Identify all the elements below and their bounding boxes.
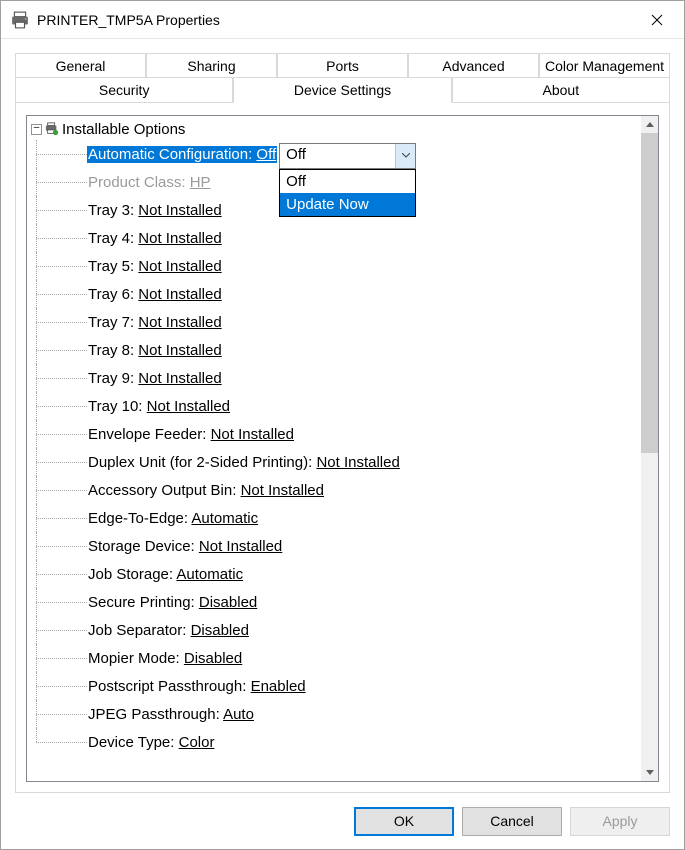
tree-branch-icon [31,140,87,168]
tree-branch-icon [31,560,87,588]
tree-branch-icon [31,336,87,364]
tree-item[interactable]: Tray 9: Not Installed [31,364,641,392]
tree-item[interactable]: Duplex Unit (for 2-Sided Printing): Not … [31,448,641,476]
tab-ports[interactable]: Ports [277,53,408,78]
chevron-down-icon[interactable] [395,144,415,168]
tree-item-label: Device Type: Color [87,734,215,751]
tree-branch-icon [31,196,87,224]
tree-branch-icon [31,420,87,448]
tree-item[interactable]: Tray 5: Not Installed [31,252,641,280]
tree-item-label: Tray 10: Not Installed [87,398,231,415]
dropdown-option[interactable]: Off [280,170,415,193]
tree-item-label: Job Storage: Automatic [87,566,244,583]
tab-security[interactable]: Security [15,77,233,103]
tree-branch-icon [31,168,87,196]
tree-branch-icon [31,364,87,392]
automatic-configuration-dropdown: Off OffUpdate Now [279,143,416,217]
tree-item[interactable]: Job Separator: Disabled [31,616,641,644]
settings-tree: Installable Options Automatic Configurat… [26,115,659,782]
tree-item-label: JPEG Passthrough: Auto [87,706,255,723]
ok-button[interactable]: OK [354,807,454,836]
tree-item-label: Tray 5: Not Installed [87,258,223,275]
tree-item[interactable]: Secure Printing: Disabled [31,588,641,616]
tree-item[interactable]: JPEG Passthrough: Auto [31,700,641,728]
dialog-body: GeneralSharingPortsAdvancedColor Managem… [1,39,684,793]
tab-about[interactable]: About [452,77,670,103]
tree-item[interactable]: Postscript Passthrough: Enabled [31,672,641,700]
tree-item-label: Envelope Feeder: Not Installed [87,426,295,443]
tree-branch-icon [31,644,87,672]
tab-general[interactable]: General [15,53,146,78]
collapse-icon[interactable] [31,124,42,135]
dropdown-value: Off [280,144,395,168]
scrollbar-thumb[interactable] [641,133,658,453]
tree-branch-icon [31,532,87,560]
tree-branch-icon [31,728,87,756]
dropdown-control[interactable]: Off [279,143,416,169]
tab-strip: GeneralSharingPortsAdvancedColor Managem… [15,53,670,103]
tab-device-settings[interactable]: Device Settings [233,77,451,103]
tree-item[interactable]: Tray 4: Not Installed [31,224,641,252]
tree-item-label: Mopier Mode: Disabled [87,650,243,667]
tree-item[interactable]: Tray 6: Not Installed [31,280,641,308]
cancel-button[interactable]: Cancel [462,807,562,836]
tree-item-label: Job Separator: Disabled [87,622,250,639]
tree-item-label: Postscript Passthrough: Enabled [87,678,307,695]
tree-item[interactable]: Tray 8: Not Installed [31,336,641,364]
tree-item-label: Tray 6: Not Installed [87,286,223,303]
tree-item[interactable]: Storage Device: Not Installed [31,532,641,560]
tree-item-label: Tray 7: Not Installed [87,314,223,331]
tree-branch-icon [31,448,87,476]
tree-branch-icon [31,252,87,280]
tree-item[interactable]: Edge-To-Edge: Automatic [31,504,641,532]
tree-item-label: Secure Printing: Disabled [87,594,258,611]
dialog-footer: OK Cancel Apply [1,793,684,849]
tree-item-label: Edge-To-Edge: Automatic [87,510,259,527]
tree-item-label: Product Class: HP [87,174,212,191]
tree-item[interactable]: Job Storage: Automatic [31,560,641,588]
tree-item[interactable]: Tray 7: Not Installed [31,308,641,336]
tree-root-row[interactable]: Installable Options [31,118,641,140]
tree-branch-icon [31,700,87,728]
tab-advanced[interactable]: Advanced [408,53,539,78]
window-title: PRINTER_TMP5A Properties [37,12,634,28]
close-button[interactable] [634,1,680,38]
tree-item[interactable]: Envelope Feeder: Not Installed [31,420,641,448]
titlebar: PRINTER_TMP5A Properties [1,1,684,39]
printer-wrench-icon [45,122,59,136]
tree-item-label: Tray 3: Not Installed [87,202,223,219]
tree-branch-icon [31,308,87,336]
vertical-scrollbar[interactable] [641,116,658,781]
tree-item-label: Automatic Configuration: Off [87,146,277,163]
tree-item[interactable]: Tray 10: Not Installed [31,392,641,420]
tree-item-label: Accessory Output Bin: Not Installed [87,482,325,499]
tree-branch-icon [31,280,87,308]
tree-item-label: Storage Device: Not Installed [87,538,283,555]
printer-icon [11,11,29,29]
properties-dialog: PRINTER_TMP5A Properties GeneralSharingP… [0,0,685,850]
tree-branch-icon [31,392,87,420]
tree-item-label: Tray 8: Not Installed [87,342,223,359]
tab-sharing[interactable]: Sharing [146,53,277,78]
tree-branch-icon [31,224,87,252]
tree-branch-icon [31,504,87,532]
apply-button: Apply [570,807,670,836]
tree-item[interactable]: Device Type: Color [31,728,641,756]
tree-item[interactable]: Mopier Mode: Disabled [31,644,641,672]
tree-item[interactable]: Accessory Output Bin: Not Installed [31,476,641,504]
tree-item-label: Tray 9: Not Installed [87,370,223,387]
scroll-up-icon[interactable] [641,116,658,133]
tree-branch-icon [31,588,87,616]
tree-branch-icon [31,616,87,644]
tab-panel-device-settings: Installable Options Automatic Configurat… [15,103,670,793]
tree-branch-icon [31,476,87,504]
dropdown-option[interactable]: Update Now [280,193,415,216]
tree-branch-icon [31,672,87,700]
dropdown-list: OffUpdate Now [279,169,416,217]
tree-item-label: Tray 4: Not Installed [87,230,223,247]
tree-item-label: Duplex Unit (for 2-Sided Printing): Not … [87,454,401,471]
scroll-down-icon[interactable] [641,764,658,781]
tab-color-management[interactable]: Color Management [539,53,670,78]
tree-root-label: Installable Options [62,121,185,138]
